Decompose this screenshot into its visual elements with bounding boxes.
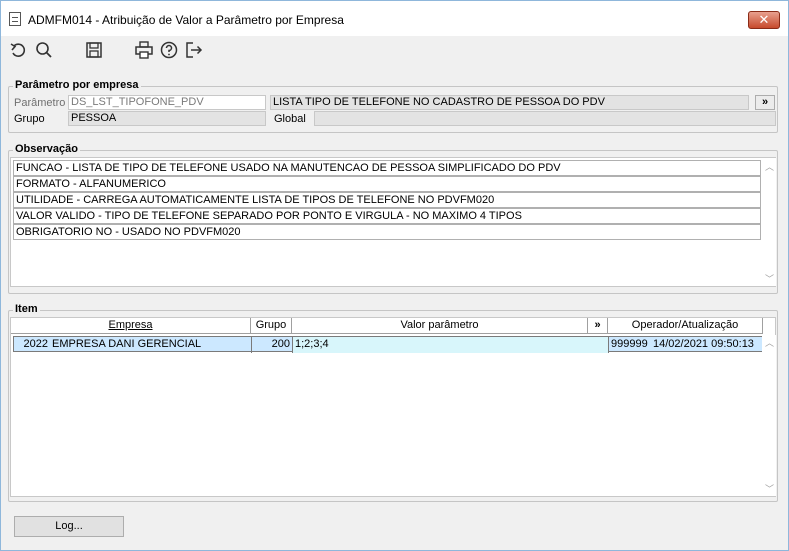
column-header-operador[interactable]: Operador/Atualização [608,318,763,334]
search-icon[interactable] [33,39,55,61]
column-header-grupo[interactable]: Grupo [251,318,292,334]
observacao-line: FUNCAO - LISTA DE TIPO DE TELEFONE USADO… [13,160,761,176]
observacao-line: OBRIGATORIO NO - USADO NO PDVFM020 [13,224,761,240]
observacao-scrollbar[interactable]: ︿ ﹀ [762,158,776,286]
empresa-header-label: Empresa [108,319,153,331]
save-icon[interactable] [83,39,105,61]
log-button[interactable]: Log... [14,516,124,537]
column-header-empresa[interactable]: Empresa [11,318,251,334]
empresa-code-cell: 2022 [23,338,48,350]
valor-expand-button[interactable]: » [588,318,608,334]
observacao-line: UTILIDADE - CARREGA AUTOMATICAMENTE LIST… [13,192,761,208]
close-button[interactable]: ✕ [748,11,780,29]
global-label: Global [274,113,306,125]
toolbar [1,36,788,65]
document-icon [9,12,21,26]
parametro-label: Parâmetro [14,97,66,109]
scroll-down-icon[interactable]: ﹀ [765,275,774,284]
global-field [314,111,776,126]
empresa-name-cell: EMPRESA DANI GERENCIAL [50,337,252,353]
item-table: Empresa Grupo Valor parâmetro » Operador… [10,317,776,497]
valor-parametro-input[interactable]: 1;2;3;4 [293,337,609,353]
observacao-line: VALOR VALIDO - TIPO DE TELEFONE SEPARADO… [13,208,761,224]
scroll-up-icon[interactable]: ︿ [765,339,774,348]
parametro-section-label: Parâmetro por empresa [13,79,141,91]
title-bar: ADMFM014 - Atribuição de Valor a Parâmet… [1,1,788,36]
exit-icon[interactable] [183,39,205,61]
parametro-field[interactable]: DS_LST_TIPOFONE_PDV [68,95,266,110]
observacao-section-label: Observação [13,143,80,155]
undo-icon[interactable] [8,39,30,61]
atualizacao-cell: 14/02/2021 09:50:13 [653,338,754,350]
grupo-field: PESSOA [68,111,266,126]
help-icon[interactable] [158,39,180,61]
parametro-description-field: LISTA TIPO DE TELEFONE NO CADASTRO DE PE… [270,95,749,110]
column-header-valor[interactable]: Valor parâmetro [292,318,588,334]
grupo-label: Grupo [14,113,45,125]
table-row[interactable]: 2022 EMPRESA DANI GERENCIAL 200 1;2;3;4 … [13,336,763,353]
item-section-label: Item [13,303,40,315]
parametro-expand-button[interactable]: » [755,95,775,110]
printer-icon[interactable] [133,39,155,61]
item-scrollbar[interactable]: ︿ ﹀ [762,335,776,496]
grupo-cell: 200 [252,337,293,353]
window-title: ADMFM014 - Atribuição de Valor a Parâmet… [28,13,344,27]
observacao-list[interactable]: FUNCAO - LISTA DE TIPO DE TELEFONE USADO… [10,157,776,287]
operador-cell: 999999 [611,338,648,350]
main-window: ADMFM014 - Atribuição de Valor a Parâmet… [0,0,789,551]
observacao-line: FORMATO - ALFANUMERICO [13,176,761,192]
scroll-down-icon[interactable]: ﹀ [765,485,774,494]
scroll-up-icon[interactable]: ︿ [765,163,774,172]
